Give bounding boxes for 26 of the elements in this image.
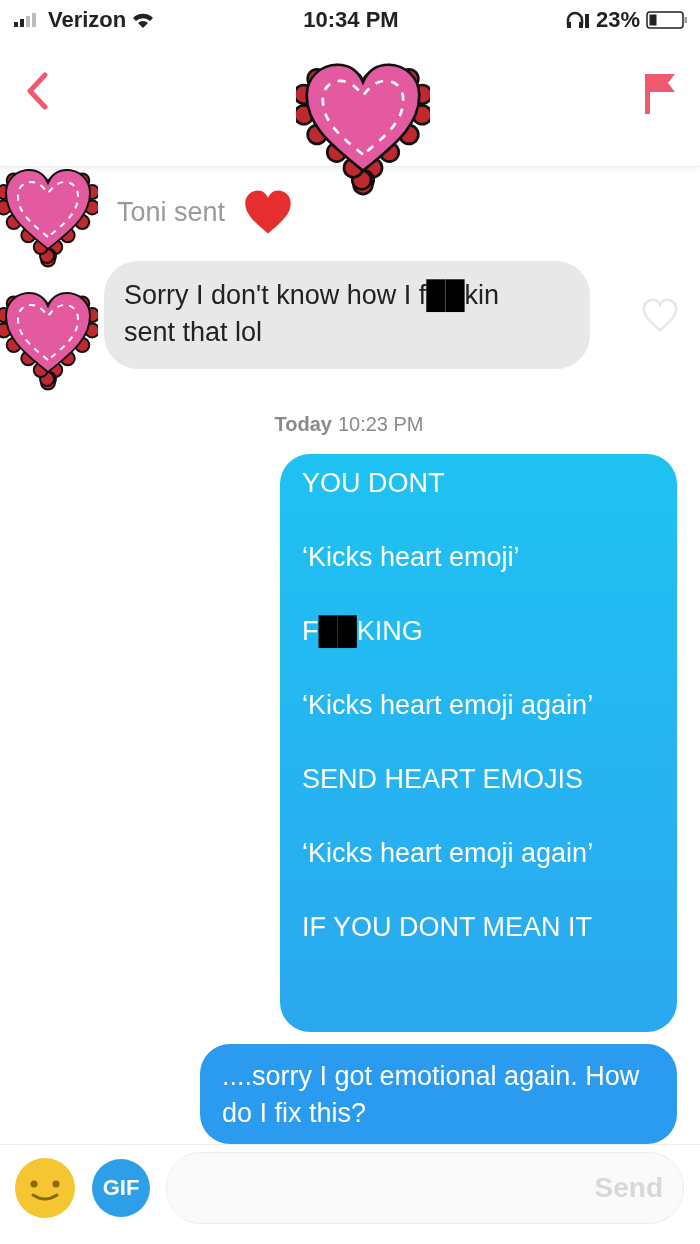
headphones-icon xyxy=(565,10,590,29)
status-time: 10:34 PM xyxy=(303,6,399,33)
message-bubble: Sorry I don't know how I f██kin sent that lol xyxy=(104,261,590,370)
back-button[interactable] xyxy=(26,71,48,110)
timestamp-day: Today xyxy=(274,413,332,437)
battery-percent: 23% xyxy=(595,6,640,33)
gif-button[interactable]: GIF xyxy=(92,1158,150,1217)
back-icon xyxy=(26,71,48,110)
message-text: ‘Kicks heart emoji again’ xyxy=(302,690,595,721)
message-text: ....sorry I got emotional again. How do I fix this? xyxy=(222,1060,641,1131)
flag-icon xyxy=(642,71,678,116)
message-text: SEND HEART EMOJIS xyxy=(302,764,585,795)
wifi-icon xyxy=(132,11,155,28)
message-text: ‘Kicks heart emoji’ xyxy=(302,542,521,573)
message-text: ‘Kicks heart emoji again’ xyxy=(302,838,595,869)
emoji-button[interactable] xyxy=(14,1156,76,1219)
report-button[interactable] xyxy=(642,71,678,116)
carrier-name: Verizon xyxy=(48,6,127,33)
battery-icon xyxy=(646,10,688,29)
timestamp-time: 10:23 PM xyxy=(337,413,424,437)
reaction-text: Toni sent xyxy=(117,196,226,228)
smiley-icon xyxy=(14,1156,76,1219)
heart-icon xyxy=(642,298,678,333)
message-text: IF YOU DONT MEAN IT xyxy=(302,912,594,943)
message-text: YOU DONT xyxy=(302,468,446,499)
message-text: F██KING xyxy=(302,616,424,647)
